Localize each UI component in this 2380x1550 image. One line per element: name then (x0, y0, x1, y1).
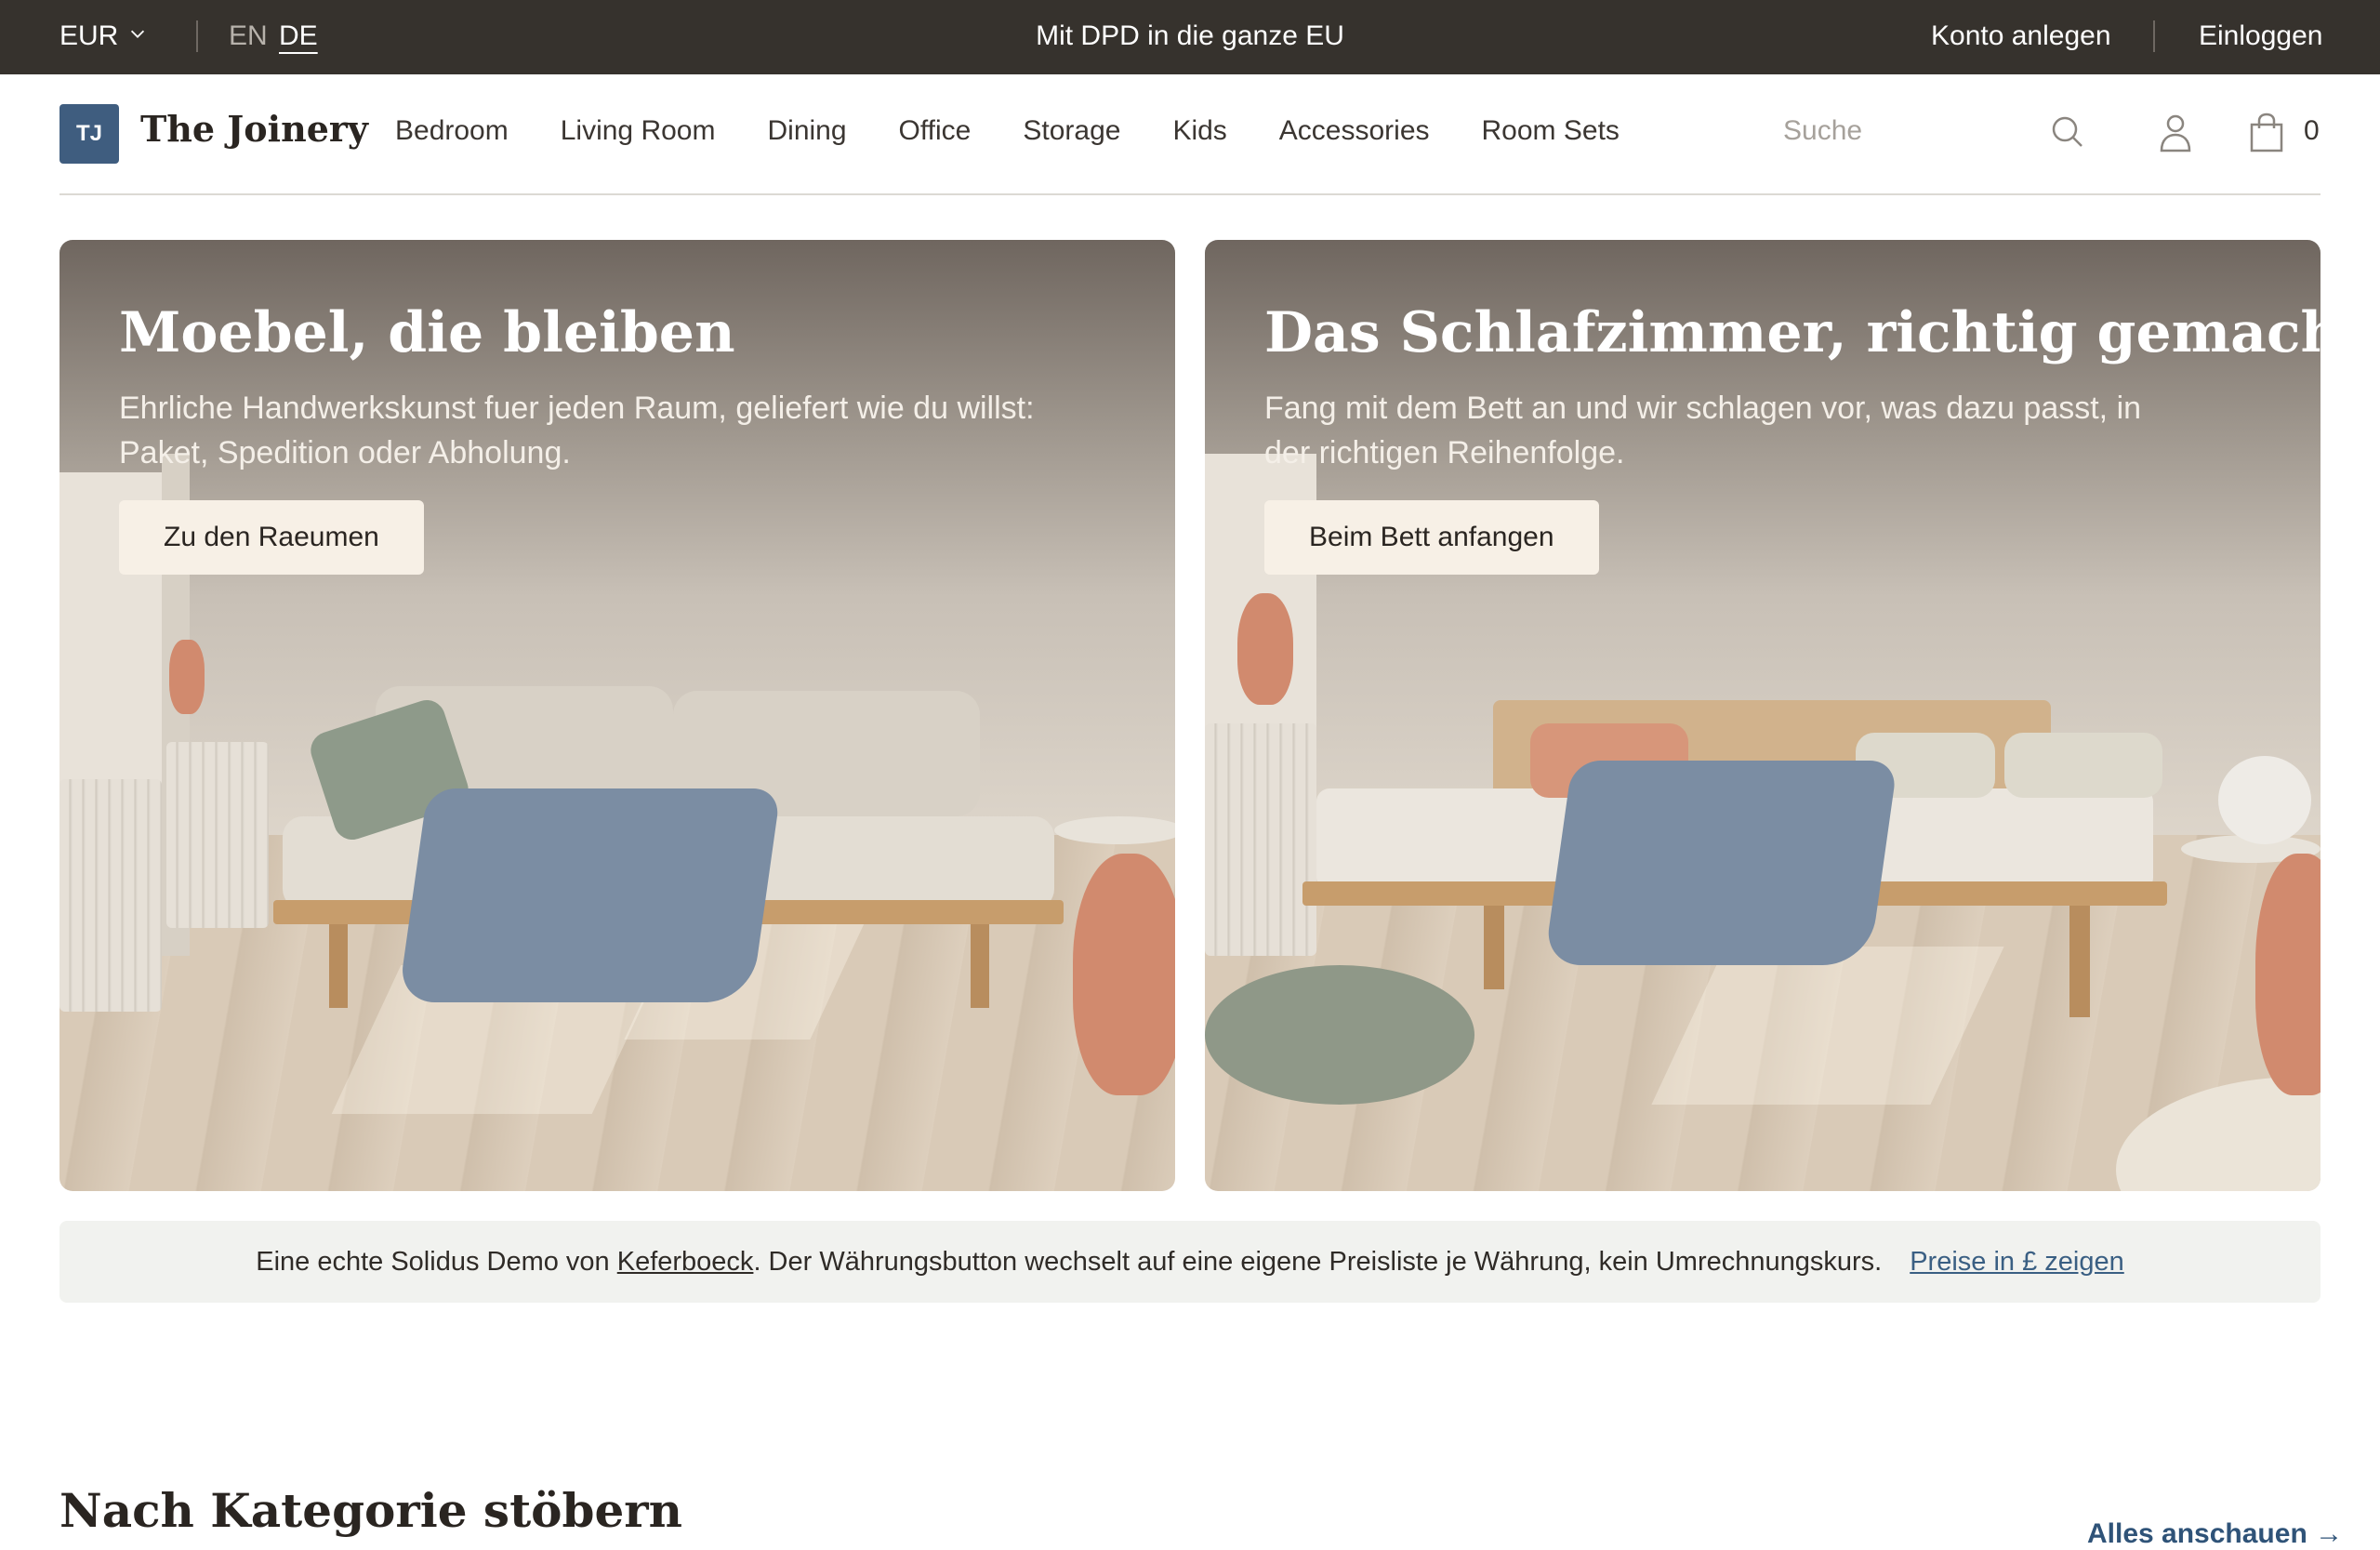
chevron-down-icon (131, 30, 145, 38)
search-input[interactable]: Suche (1783, 115, 1862, 147)
nav-item-office[interactable]: Office (899, 115, 972, 147)
nav-item-dining[interactable]: Dining (767, 115, 846, 147)
hero-title: Moebel, die bleiben (119, 300, 735, 365)
nav-item-storage[interactable]: Storage (1023, 115, 1120, 147)
language-de-link[interactable]: DE (279, 20, 318, 52)
section-title: Nach Kategorie stöbern (60, 1483, 682, 1538)
cart-count: 0 (2304, 115, 2320, 146)
nav-item-kids[interactable]: Kids (1172, 115, 1226, 147)
user-icon[interactable] (2155, 112, 2196, 152)
demo-message-prefix: Eine echte Solidus Demo von (256, 1246, 617, 1277)
show-prices-gbp-link[interactable]: Preise in £ zeigen (1910, 1247, 2124, 1278)
nav-item-living-room[interactable]: Living Room (561, 115, 716, 147)
keferboeck-link[interactable]: Keferboeck (617, 1247, 754, 1277)
cart-icon[interactable] (2246, 112, 2287, 152)
search-icon[interactable] (2047, 112, 2088, 152)
divider (196, 20, 198, 52)
hero-subtitle: Fang mit dem Bett an und wir schlagen vo… (1264, 391, 2142, 470)
nav-item-room-sets[interactable]: Room Sets (1482, 115, 1620, 147)
top-bar: EUR EN DE Mit DPD in die ganze EU Konto … (0, 0, 2380, 74)
hero-title: Das Schlafzimmer, richtig gemacht (1264, 300, 2320, 365)
demo-info-bar: Eine echte Solidus Demo von Keferboeck. … (60, 1221, 2320, 1303)
nav-item-accessories[interactable]: Accessories (1279, 115, 1430, 147)
language-en-link[interactable]: EN (229, 20, 268, 52)
shipping-promo: Mit DPD in die ganze EU (1036, 20, 1344, 51)
demo-message-suffix: . Der Währungsbutton wechselt auf eine e… (753, 1246, 1883, 1277)
main-nav: Bedroom Living Room Dining Office Storag… (395, 115, 1620, 147)
hero-subtitle: Ehrliche Handwerkskunst fuer jeden Raum,… (119, 391, 1035, 470)
hero-card-bedroom[interactable]: Das Schlafzimmer, richtig gemacht Fang m… (1205, 240, 2320, 1191)
logo[interactable]: TJ (60, 104, 119, 164)
create-account-link[interactable]: Konto anlegen (1931, 20, 2111, 52)
shop-rooms-button[interactable]: Zu den Raeumen (119, 500, 424, 575)
demo-message: Eine echte Solidus Demo von Keferboeck. … (256, 1247, 1882, 1278)
nav-item-bedroom[interactable]: Bedroom (395, 115, 509, 147)
login-link[interactable]: Einloggen (2199, 20, 2322, 52)
currency-label: EUR (60, 20, 119, 51)
currency-selector[interactable]: EUR (60, 20, 148, 52)
start-with-bed-button[interactable]: Beim Bett anfangen (1264, 500, 1599, 575)
see-all-link[interactable]: Alles anschauen → (2087, 1518, 2343, 1550)
main-header: TJ The Joinery Bedroom Living Room Dinin… (60, 74, 2320, 195)
brand-name[interactable]: The Joinery (140, 108, 368, 150)
divider (2153, 20, 2155, 52)
hero-card-living[interactable]: Moebel, die bleiben Ehrliche Handwerksku… (60, 240, 1175, 1191)
